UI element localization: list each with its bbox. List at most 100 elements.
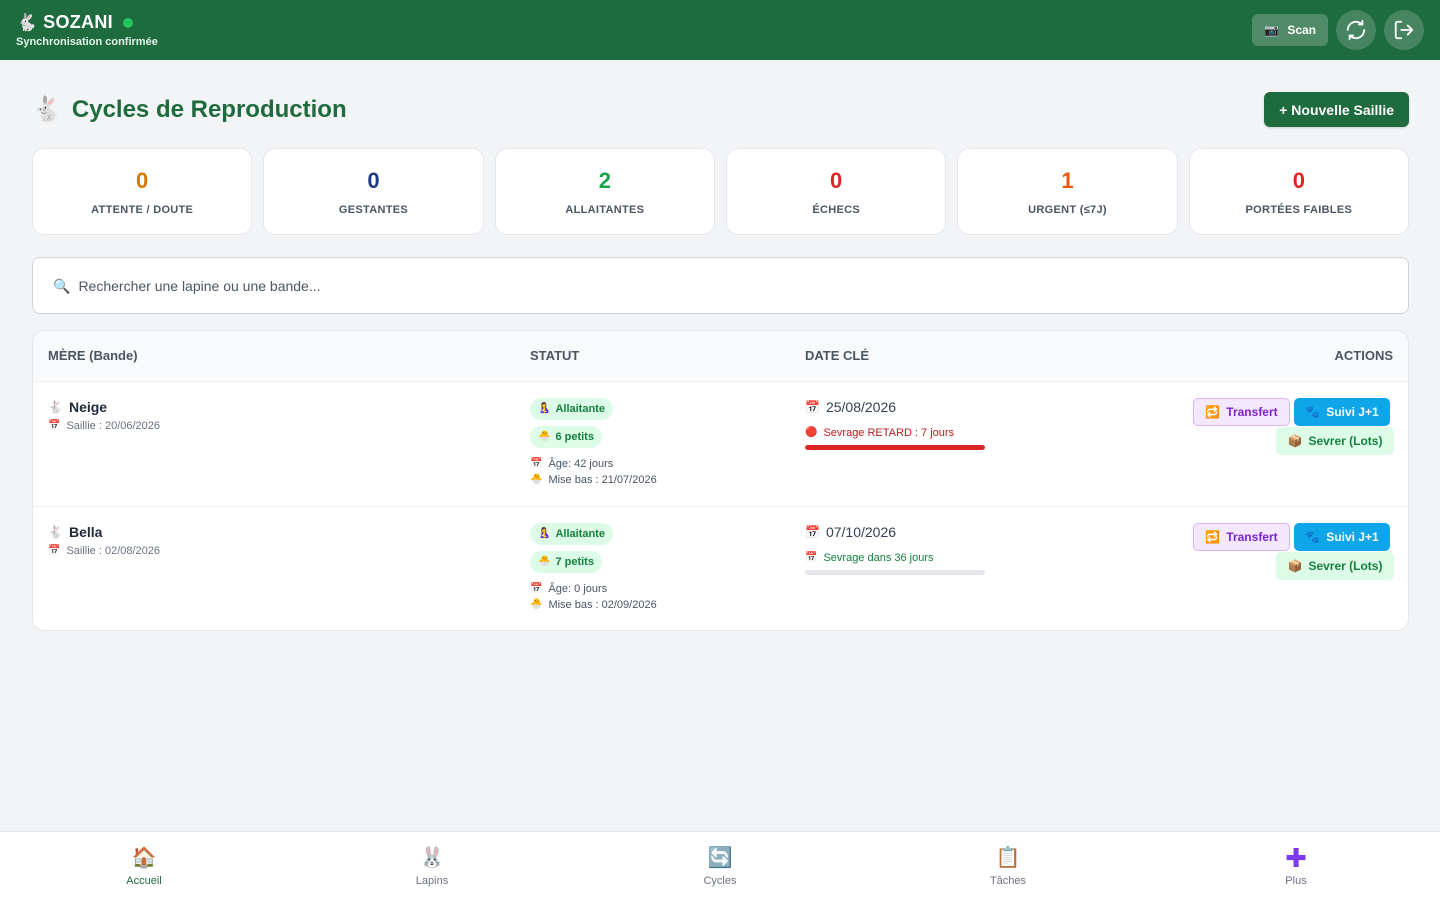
nav-item-cycles[interactable]: 🔄 Cycles (576, 832, 864, 900)
bottom-navigation: 🏠 Accueil 🐰 Lapins 🔄 Cycles 📋 Tâches ✚ P… (0, 831, 1440, 900)
age-text: Âge: 42 jours (548, 458, 614, 470)
litter-label: 7 petits (555, 556, 594, 568)
refresh-icon (1346, 19, 1366, 41)
birth-text: Mise bas : 21/07/2026 (548, 474, 657, 486)
stat-label: ÉCHECS (812, 203, 860, 216)
key-date: 25/08/2026 (825, 399, 897, 415)
page-header: 🐇 Cycles de Reproduction + Nouvelle Sail… (32, 92, 1409, 127)
suivi-button[interactable]: 🐾 Suivi J+1 (1294, 523, 1390, 551)
box-icon: 📦 (1287, 434, 1303, 448)
new-saillie-button[interactable]: + Nouvelle Saillie (1264, 92, 1409, 127)
box-icon: 📦 (1287, 559, 1303, 573)
sevrer-button[interactable]: 📦 Sevrer (Lots) (1276, 427, 1394, 455)
online-status-dot (122, 17, 133, 28)
transfer-label: Transfert (1226, 405, 1278, 419)
status-badge: 🤱 Allaitante (530, 398, 613, 420)
stat-card-attente[interactable]: 0 ATTENTE / DOUTE (32, 148, 253, 235)
nursing-icon: 🤱 (538, 528, 551, 539)
age-text: Âge: 0 jours (548, 583, 608, 595)
status-badge: 🤱 Allaitante (530, 523, 613, 545)
nav-label: Cycles (703, 875, 737, 887)
transfer-button[interactable]: 🔁 Transfert (1193, 523, 1290, 551)
sevrer-button[interactable]: 📦 Sevrer (Lots) (1276, 552, 1394, 580)
header-mother: MÈRE (Bande) (48, 348, 138, 363)
stat-value: 0 (1292, 167, 1305, 193)
nest-icon: 🐣 (530, 474, 543, 485)
transfer-icon: 🔁 (1205, 530, 1221, 544)
stat-card-gestantes[interactable]: 0 GESTANTES (263, 148, 484, 235)
search-input[interactable] (78, 277, 1279, 294)
nav-item-lapins[interactable]: 🐰 Lapins (288, 832, 576, 900)
litter-badge: 🐣 7 petits (530, 551, 602, 573)
rabbit-icon: 🐰 (419, 847, 445, 869)
transfer-button[interactable]: 🔁 Transfert (1193, 398, 1290, 426)
clipboard-icon: 📋 (995, 847, 1021, 869)
stat-value: 0 (136, 167, 149, 193)
rabbit-logo-icon: 🐇 (16, 13, 38, 32)
stat-card-echecs[interactable]: 0 ÉCHECS (725, 148, 947, 235)
stat-label: GESTANTES (338, 203, 409, 216)
table-header: MÈRE (Bande) STATUT DATE CLÉ ACTIONS (33, 331, 1408, 381)
table-row: 🐇 Bella 📅 Saillie : 02/08/2026 🤱 Allaitan… (33, 506, 1408, 630)
stat-label: ALLAITANTES (565, 203, 645, 216)
rabbit-icon: 🐇 (32, 95, 62, 123)
status-label: Allaitante (555, 528, 605, 540)
suivi-button[interactable]: 🐾 Suivi J+1 (1294, 398, 1390, 426)
nest-icon: 🐣 (538, 556, 551, 567)
weaning-progress (805, 570, 985, 575)
app-name: SOZANI (43, 12, 113, 32)
stat-label: PORTÉES FAIBLES (1245, 203, 1353, 216)
top-bar: 🐇 SOZANI Synchronisation confirmée 📷 Sca… (0, 0, 1440, 60)
scan-label: Scan (1287, 23, 1316, 37)
nav-item-taches[interactable]: 📋 Tâches (864, 832, 1152, 900)
header-status: STATUT (530, 348, 580, 363)
calendar-icon: 📅 (805, 400, 820, 414)
scan-button[interactable]: 📷 Scan (1252, 14, 1328, 46)
mother-name[interactable]: Bella (69, 524, 102, 540)
paw-icon: 🐾 (1305, 405, 1321, 419)
stat-card-portees-faibles[interactable]: 0 PORTÉES FAIBLES (1188, 148, 1409, 235)
table-row: 🐇 Neige 📅 Saillie : 20/06/2026 🤱 Allaitan… (33, 381, 1408, 506)
red-circle-icon: 🔴 (805, 427, 818, 438)
nest-icon: 🐣 (538, 431, 551, 442)
calendar-icon: 📅 (805, 552, 818, 563)
rabbit-icon: 🐇 (48, 400, 63, 414)
birth-text: Mise bas : 02/09/2026 (548, 599, 657, 611)
calendar-icon: 📅 (805, 525, 820, 539)
nav-label: Lapins (415, 875, 449, 887)
rabbit-icon: 🐇 (48, 525, 63, 539)
logout-button[interactable] (1384, 10, 1424, 50)
stat-value: 2 (598, 167, 611, 193)
nest-icon: 🐣 (530, 599, 543, 610)
stat-value: 0 (367, 167, 380, 193)
sevrer-label: Sevrer (Lots) (1308, 559, 1383, 573)
cycles-table: MÈRE (Bande) STATUT DATE CLÉ ACTIONS 🐇 N… (32, 330, 1409, 631)
mother-name[interactable]: Neige (69, 399, 107, 415)
stat-value: 1 (1061, 167, 1074, 193)
suivi-label: Suivi J+1 (1326, 530, 1379, 544)
stat-label: ATTENTE / DOUTE (91, 203, 194, 216)
key-date: 07/10/2026 (825, 524, 897, 540)
saillie-date: Saillie : 20/06/2026 (66, 420, 161, 432)
sync-status: Synchronisation confirmée (16, 36, 158, 48)
brand: 🐇 SOZANI Synchronisation confirmée (16, 12, 158, 48)
calendar-icon: 📅 (530, 458, 543, 469)
stat-card-urgent[interactable]: 1 URGENT (≤7J) (957, 148, 1178, 235)
stat-value: 0 (830, 167, 843, 193)
nav-item-accueil[interactable]: 🏠 Accueil (0, 832, 288, 900)
weaning-progress-fill (805, 445, 985, 450)
nav-label: Accueil (126, 875, 162, 887)
page-title: Cycles de Reproduction (71, 95, 347, 123)
weaning-note: Sevrage RETARD : 7 jours (823, 427, 955, 439)
litter-badge: 🐣 6 petits (530, 426, 602, 448)
weaning-note: Sevrage dans 36 jours (823, 552, 934, 564)
cycle-icon: 🔄 (707, 847, 733, 869)
stats-grid: 0 ATTENTE / DOUTE 0 GESTANTES 2 ALLAITAN… (32, 148, 1409, 235)
suivi-label: Suivi J+1 (1326, 405, 1379, 419)
logout-icon (1394, 20, 1414, 40)
stat-card-allaitantes[interactable]: 2 ALLAITANTES (494, 148, 715, 235)
calendar-icon: 📅 (48, 545, 61, 556)
sync-button[interactable] (1336, 10, 1376, 50)
nav-label: Plus (1285, 875, 1307, 887)
nav-item-plus[interactable]: ✚ Plus (1152, 832, 1440, 900)
